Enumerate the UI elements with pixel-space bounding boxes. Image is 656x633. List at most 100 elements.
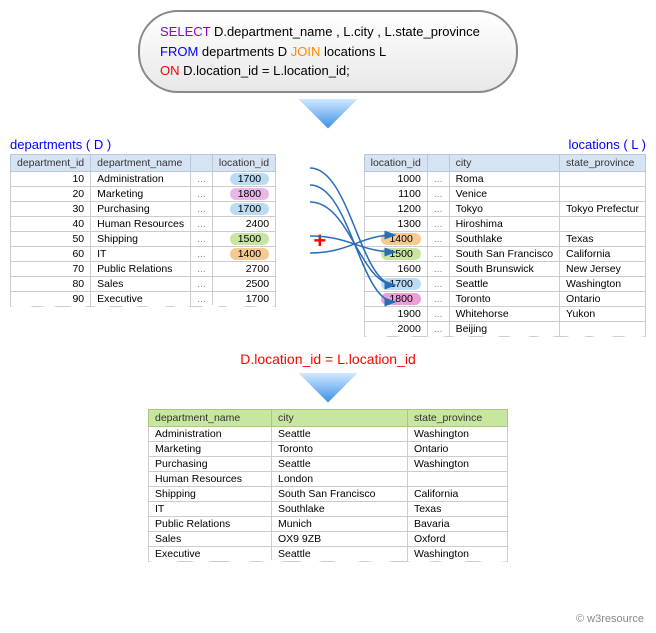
column-header: city — [449, 154, 559, 171]
table-row: ExecutiveSeattleWashington — [149, 546, 508, 561]
cell: ... — [427, 201, 449, 216]
table-row: 40Human Resources...2400 — [11, 216, 276, 231]
location-pill: 1400 — [381, 233, 420, 245]
cell: 1500 — [364, 246, 427, 261]
cell: ... — [427, 231, 449, 246]
cell: Purchasing — [149, 456, 272, 471]
table-row: MarketingTorontoOntario — [149, 441, 508, 456]
cell: 70 — [11, 261, 91, 276]
location-pill: 1800 — [230, 188, 269, 200]
location-pill: 1700 — [381, 278, 420, 290]
cell: 1900 — [364, 306, 427, 321]
arrow-down-icon — [298, 99, 358, 129]
cell: ... — [427, 216, 449, 231]
column-header: department_name — [149, 409, 272, 426]
departments-label: departments ( D ) — [10, 135, 276, 154]
cell: Beijing — [449, 321, 559, 336]
cell: IT — [91, 246, 191, 261]
cell: 1800 — [364, 291, 427, 306]
table-row: 1000...Roma — [364, 171, 645, 186]
cell: 1700 — [212, 201, 275, 216]
cell: 1000 — [364, 171, 427, 186]
source-tables-row: departments ( D ) department_iddepartmen… — [10, 135, 646, 337]
cell: IT — [149, 501, 272, 516]
table-row: 1300...Hiroshima — [364, 216, 645, 231]
cell: OX9 9ZB — [272, 531, 408, 546]
table-row: ITSouthlakeTexas — [149, 501, 508, 516]
cell: 1700 — [212, 171, 275, 186]
from-keyword: FROM — [160, 44, 198, 59]
location-pill: 1500 — [230, 233, 269, 245]
cell: 80 — [11, 276, 91, 291]
cell: 1800 — [212, 186, 275, 201]
cell: Shipping — [149, 486, 272, 501]
column-header: department_id — [11, 154, 91, 171]
column-header: state_province — [407, 409, 507, 426]
cell: ... — [427, 186, 449, 201]
cell: Seattle — [272, 426, 408, 441]
cell: 50 — [11, 231, 91, 246]
cell: Ontario — [407, 441, 507, 456]
table-row: 10Administration...1700 — [11, 171, 276, 186]
cell: 30 — [11, 201, 91, 216]
cell: Toronto — [449, 291, 559, 306]
cell: Marketing — [91, 186, 191, 201]
cell: Washington — [407, 456, 507, 471]
plus-icon: + — [313, 228, 326, 254]
cell: Southlake — [272, 501, 408, 516]
cell: ... — [427, 306, 449, 321]
sql-line-3: ON D.location_id = L.location_id; — [160, 61, 496, 81]
cell: ... — [427, 246, 449, 261]
cell: 1100 — [364, 186, 427, 201]
join-condition-text: D.location_id = L.location_id — [10, 351, 646, 367]
table-row: 1100...Venice — [364, 186, 645, 201]
cell: California — [407, 486, 507, 501]
cell — [560, 321, 646, 336]
on-text: D.location_id = L.location_id; — [180, 63, 350, 78]
sql-query-box: SELECT D.department_name , L.city , L.st… — [138, 10, 518, 93]
column-header: department_name — [91, 154, 191, 171]
arrow-down-icon — [298, 373, 358, 403]
result-table: department_namecitystate_province Admini… — [148, 409, 508, 562]
cell: ... — [427, 261, 449, 276]
locations-table-wrap: locations ( L ) location_idcitystate_pro… — [364, 135, 646, 337]
on-keyword: ON — [160, 63, 180, 78]
table-header-row: department_iddepartment_name location_id — [11, 154, 276, 171]
cell: 2000 — [364, 321, 427, 336]
cell: Ontario — [560, 291, 646, 306]
cell: Hiroshima — [449, 216, 559, 231]
cell: Texas — [407, 501, 507, 516]
table-row: Public RelationsMunichBavaria — [149, 516, 508, 531]
cell: South San Francisco — [272, 486, 408, 501]
cell: ... — [427, 291, 449, 306]
from-text: departments D — [198, 44, 291, 59]
cell: 10 — [11, 171, 91, 186]
cell: 2700 — [212, 261, 275, 276]
cell: 1200 — [364, 201, 427, 216]
table-row: 1400...SouthlakeTexas — [364, 231, 645, 246]
table-row: 20Marketing...1800 — [11, 186, 276, 201]
location-pill: 1800 — [381, 293, 420, 305]
cell: 90 — [11, 291, 91, 306]
cell: Administration — [149, 426, 272, 441]
cell: Tokyo — [449, 201, 559, 216]
column-header: location_id — [212, 154, 275, 171]
select-keyword: SELECT — [160, 24, 210, 39]
cell: Munich — [272, 516, 408, 531]
table-row: Human ResourcesLondon — [149, 471, 508, 486]
column-header: location_id — [364, 154, 427, 171]
table-row: 1500...South San FranciscoCalifornia — [364, 246, 645, 261]
cell: 60 — [11, 246, 91, 261]
cell: Southlake — [449, 231, 559, 246]
cell: Roma — [449, 171, 559, 186]
cell: Seattle — [449, 276, 559, 291]
cell: ... — [191, 261, 213, 276]
departments-table-wrap: departments ( D ) department_iddepartmen… — [10, 135, 276, 307]
location-pill: 1700 — [230, 173, 269, 185]
cell: ... — [427, 321, 449, 336]
departments-table: department_iddepartment_namelocation_id … — [10, 154, 276, 307]
table-row: 60IT...1400 — [11, 246, 276, 261]
cell: 1300 — [364, 216, 427, 231]
location-pill: 1500 — [381, 248, 420, 260]
column-header: state_province — [560, 154, 646, 171]
